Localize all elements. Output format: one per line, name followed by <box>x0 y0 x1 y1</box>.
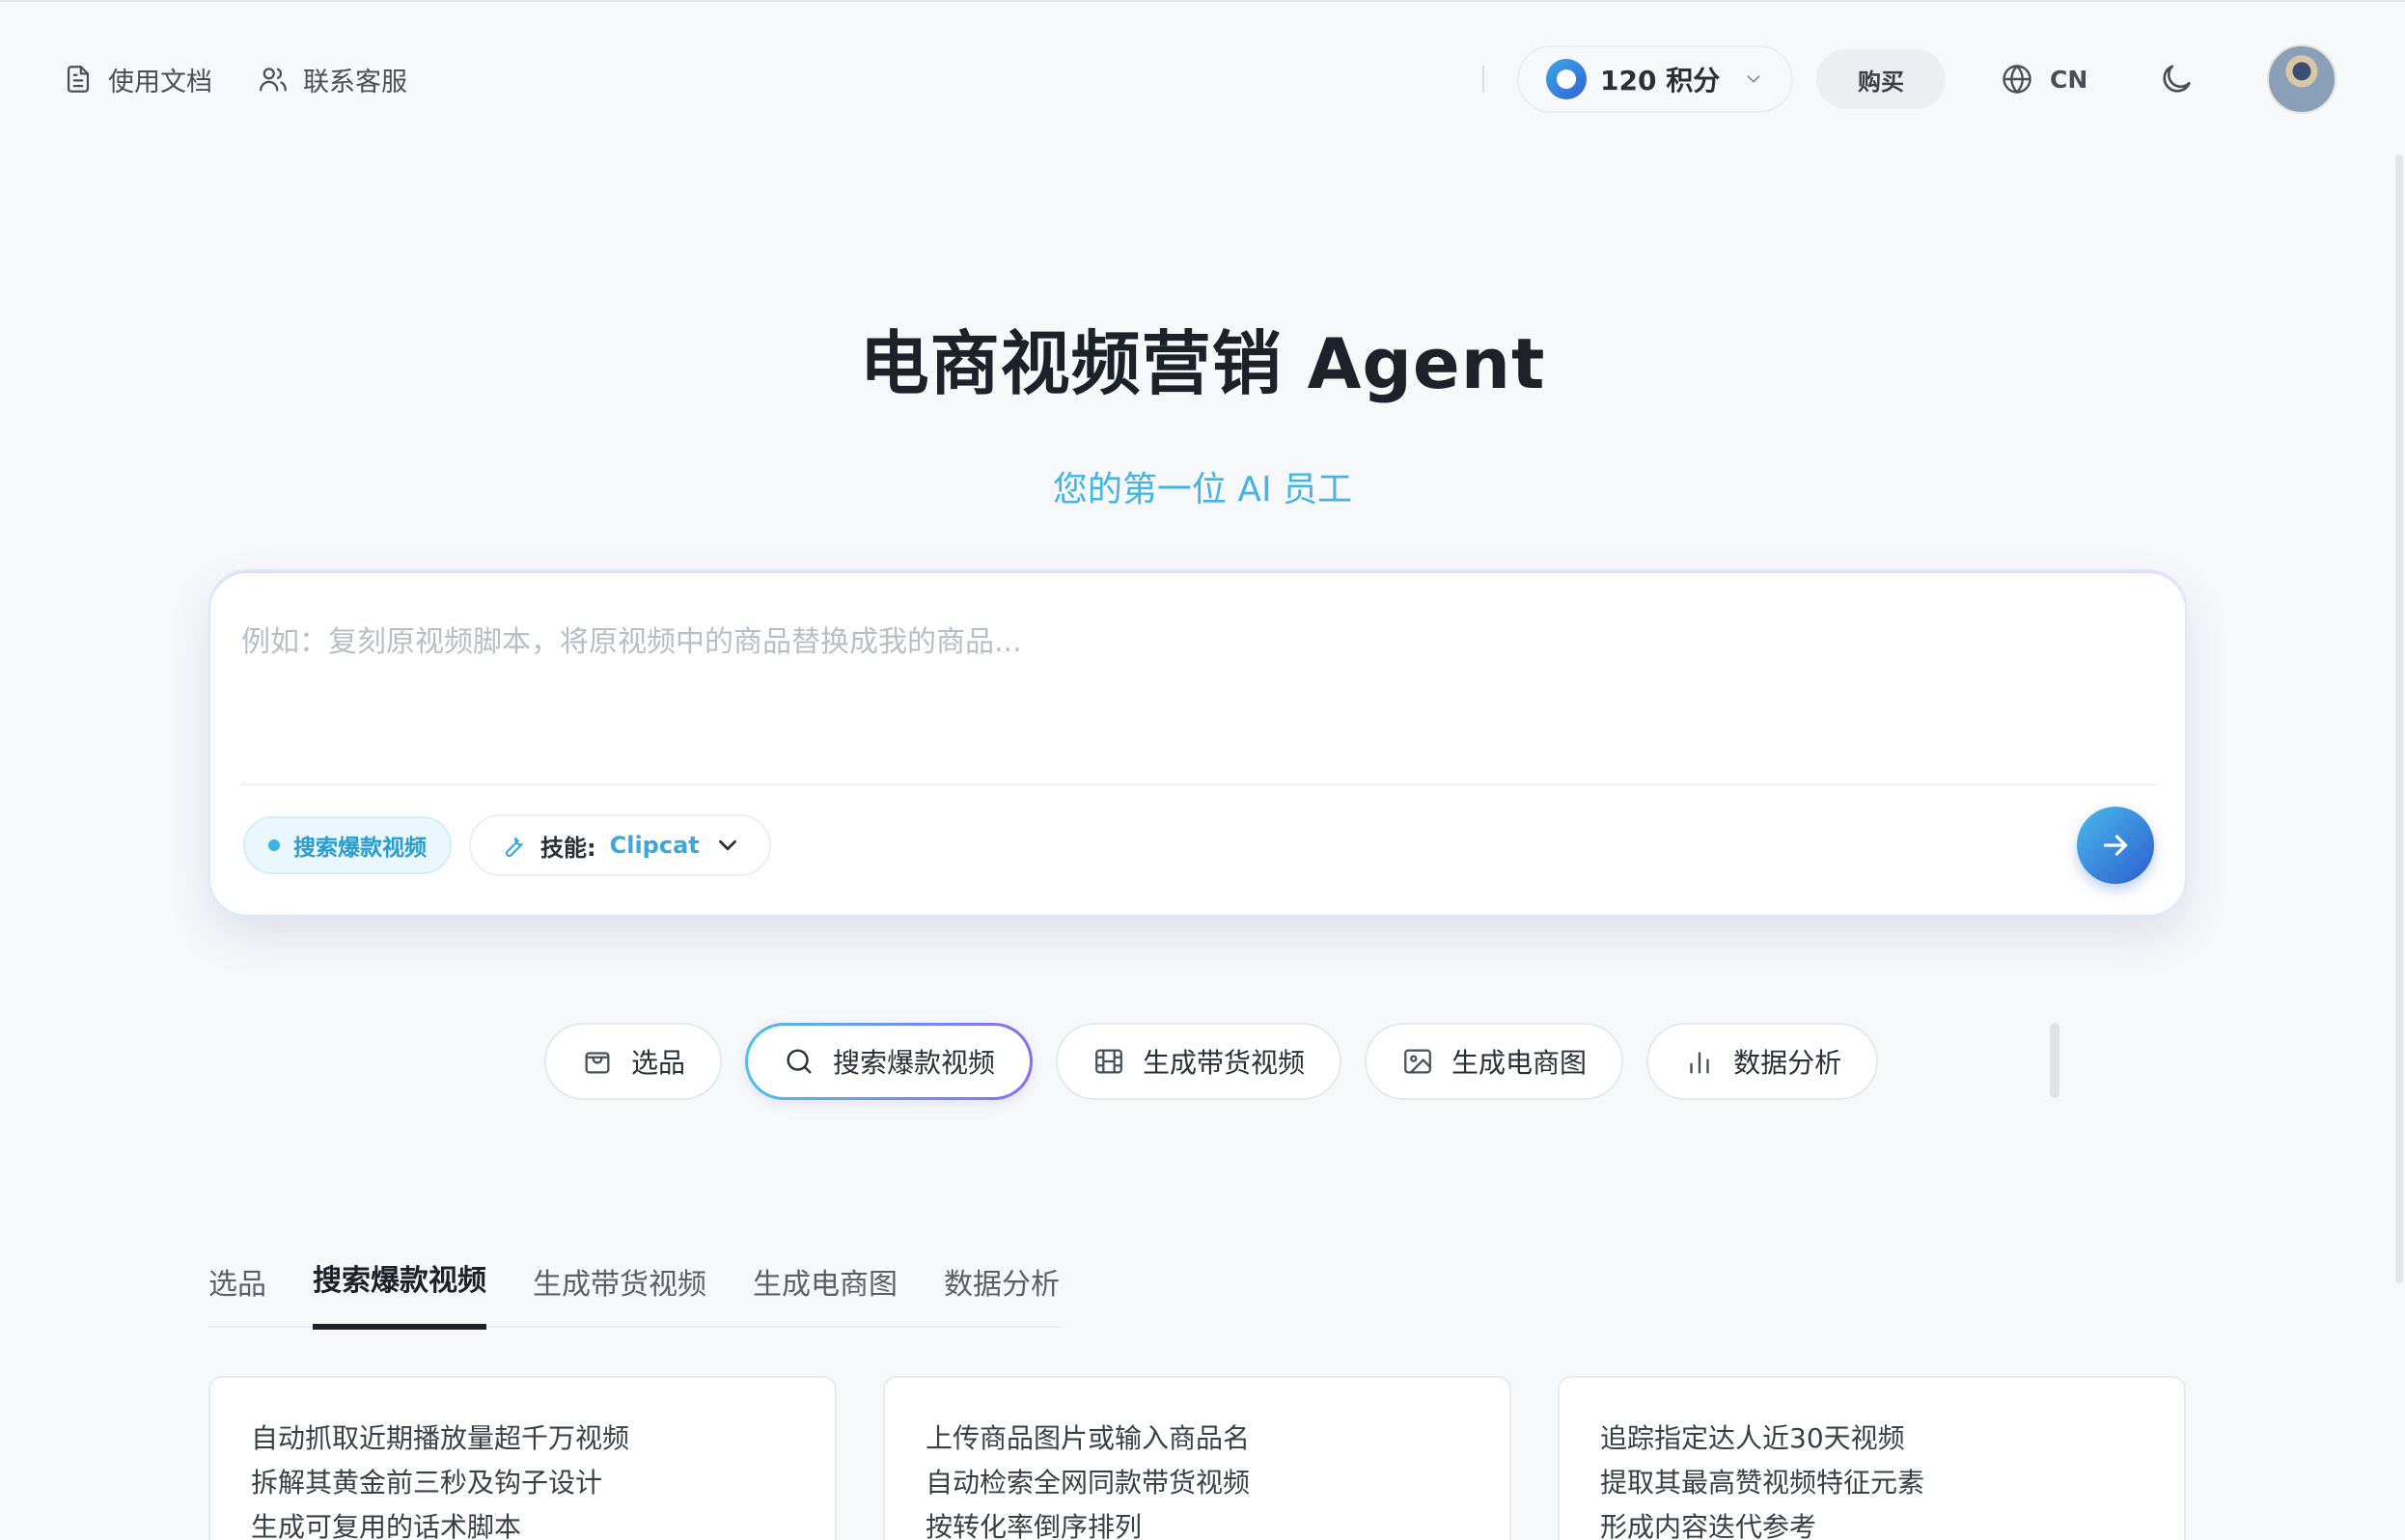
tab-data-analysis[interactable]: 数据分析 <box>944 1256 1060 1328</box>
feature-card[interactable]: 自动抓取近期播放量超千万视频 拆解其黄金前三秒及钩子设计 生成可复用的话术脚本 <box>208 1376 837 1540</box>
tab-search-viral-videos[interactable]: 搜索爆款视频 <box>313 1256 486 1330</box>
quick-action-label: 生成带货视频 <box>1143 1047 1306 1079</box>
header-divider <box>1482 66 1484 93</box>
feature-line: 拆解其黄金前三秒及钩子设计 <box>251 1467 603 1499</box>
quick-action-label: 选品 <box>631 1047 686 1079</box>
users-icon <box>260 68 287 92</box>
chevron-down-icon <box>1747 75 1760 83</box>
docs-link-label: 使用文档 <box>108 67 212 97</box>
top-border <box>0 0 2405 2</box>
wrench-icon <box>505 837 523 858</box>
tab-generate-video[interactable]: 生成带货视频 <box>533 1256 706 1328</box>
page-subtitle: 您的第一位 AI 员工 <box>1052 470 1353 509</box>
quick-action-label: 数据分析 <box>1733 1047 1842 1079</box>
support-link[interactable]: 联系客服 <box>257 61 407 98</box>
send-button[interactable] <box>2077 807 2154 884</box>
feature-line: 形成内容迭代参考 <box>1600 1511 1817 1540</box>
prompt-composer: 搜索爆款视频 技能: Clipcat <box>208 569 2187 917</box>
feature-line: 上传商品图片或输入商品名 <box>926 1422 1251 1454</box>
skill-selector[interactable]: 技能: Clipcat <box>469 814 771 876</box>
language-switcher[interactable]: CN <box>2000 62 2087 96</box>
feature-cards: 自动抓取近期播放量超千万视频 拆解其黄金前三秒及钩子设计 生成可复用的话术脚本 … <box>208 1376 2187 1540</box>
mode-dot-icon <box>268 839 280 851</box>
feature-line: 按转化率倒序排列 <box>926 1511 1143 1540</box>
user-avatar[interactable] <box>2267 44 2337 114</box>
support-link-label: 联系客服 <box>303 67 407 97</box>
buy-button[interactable]: 购买 <box>1816 49 1946 109</box>
image-icon <box>1404 1049 1431 1074</box>
feature-card[interactable]: 追踪指定达人近30天视频 提取其最高赞视频特征元素 形成内容迭代参考 <box>1558 1376 2186 1540</box>
points-dropdown[interactable]: 120 积分 <box>1517 45 1793 113</box>
quick-action-data-analysis[interactable]: 数据分析 <box>1646 1023 1879 1100</box>
search-icon <box>787 1049 812 1074</box>
shopping-bag-icon <box>585 1052 610 1074</box>
quick-action-select-product[interactable]: 选品 <box>544 1023 723 1100</box>
arrow-right-icon <box>2103 835 2128 856</box>
feature-line: 自动检索全网同款带货视频 <box>926 1467 1251 1499</box>
mode-chip[interactable]: 搜索爆款视频 <box>243 816 452 874</box>
skill-label: 技能: <box>540 834 596 862</box>
feature-line: 自动抓取近期播放量超千万视频 <box>251 1422 630 1454</box>
quick-action-label: 搜索爆款视频 <box>833 1047 996 1079</box>
page-scrollbar[interactable] <box>2395 154 2403 1283</box>
quick-action-search-viral-videos[interactable]: 搜索爆款视频 <box>745 1023 1033 1100</box>
feature-line: 追踪指定达人近30天视频 <box>1600 1422 1905 1454</box>
header-right-controls: 120 积分 购买 CN <box>1482 39 2337 120</box>
points-balance: 120 积分 <box>1600 65 1721 96</box>
moon-icon[interactable] <box>2157 60 2196 98</box>
tab-generate-image[interactable]: 生成电商图 <box>753 1256 898 1328</box>
feature-line: 提取其最高赞视频特征元素 <box>1600 1467 1925 1499</box>
chevron-down-icon <box>718 839 736 851</box>
points-coin-icon <box>1546 59 1587 99</box>
globe-icon <box>2003 65 2032 94</box>
header-left-links: 使用文档 联系客服 <box>62 39 407 120</box>
top-header: 使用文档 联系客服 120 积分 购买 CN <box>0 39 2405 120</box>
docs-link[interactable]: 使用文档 <box>62 61 212 98</box>
composer-divider <box>241 784 2158 785</box>
tab-select-product[interactable]: 选品 <box>208 1256 266 1328</box>
quick-action-generate-video[interactable]: 生成带货视频 <box>1056 1023 1342 1100</box>
skill-value: Clipcat <box>609 832 700 859</box>
page-title: 电商视频营销 Agent <box>859 323 1546 404</box>
feature-card[interactable]: 上传商品图片或输入商品名 自动检索全网同款带货视频 按转化率倒序排列 <box>883 1376 1511 1540</box>
language-label: CN <box>2050 65 2088 94</box>
feature-tabs: 选品 搜索爆款视频 生成带货视频 生成电商图 数据分析 <box>208 1256 1060 1330</box>
quick-action-label: 生成电商图 <box>1451 1047 1588 1079</box>
mode-chip-label: 搜索爆款视频 <box>293 836 427 861</box>
document-icon <box>67 66 90 93</box>
bar-chart-icon <box>1690 1052 1709 1074</box>
prompt-input[interactable] <box>241 618 2133 714</box>
film-icon <box>1095 1049 1122 1074</box>
quick-action-generate-image[interactable]: 生成电商图 <box>1365 1023 1624 1100</box>
feature-line: 生成可复用的话术脚本 <box>251 1511 522 1540</box>
pills-scroll-indicator[interactable] <box>2050 1023 2059 1098</box>
quick-actions: 选品 搜索爆款视频 生成带货视频 生成电商图 数据分析 <box>544 1023 1879 1100</box>
